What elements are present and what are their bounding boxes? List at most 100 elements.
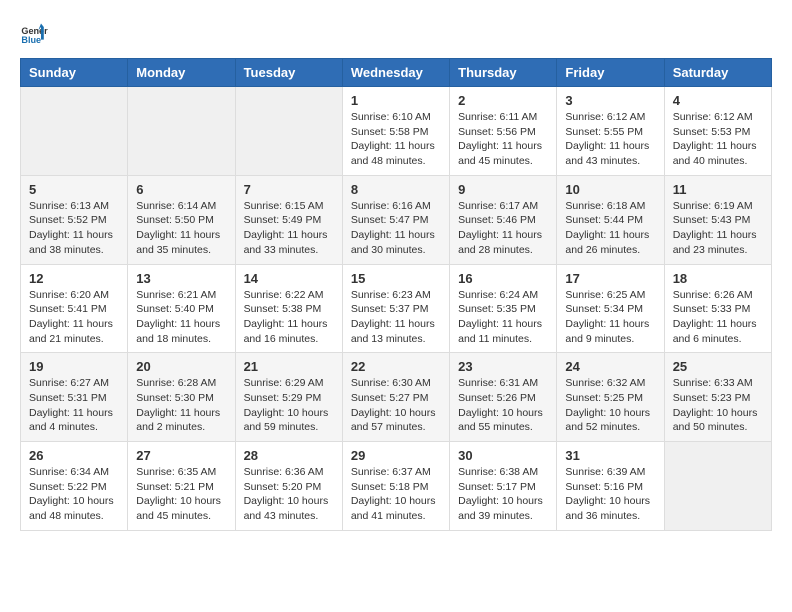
day-number: 5 [29,182,119,197]
calendar-cell: 30 Sunrise: 6:38 AM Sunset: 5:17 PM Dayli… [450,442,557,531]
day-number: 18 [673,271,763,286]
calendar-cell: 12 Sunrise: 6:20 AM Sunset: 5:41 PM Dayli… [21,264,128,353]
day-info: Sunrise: 6:11 AM Sunset: 5:56 PM Dayligh… [458,110,548,169]
day-info: Sunrise: 6:22 AM Sunset: 5:38 PM Dayligh… [244,288,334,347]
day-number: 27 [136,448,226,463]
day-info: Sunrise: 6:28 AM Sunset: 5:30 PM Dayligh… [136,376,226,435]
calendar-cell: 9 Sunrise: 6:17 AM Sunset: 5:46 PM Daylig… [450,175,557,264]
day-info: Sunrise: 6:18 AM Sunset: 5:44 PM Dayligh… [565,199,655,258]
day-number: 14 [244,271,334,286]
day-number: 1 [351,93,441,108]
col-header-friday: Friday [557,59,664,87]
calendar-cell: 5 Sunrise: 6:13 AM Sunset: 5:52 PM Daylig… [21,175,128,264]
col-header-monday: Monday [128,59,235,87]
day-number: 29 [351,448,441,463]
day-number: 26 [29,448,119,463]
svg-text:Blue: Blue [21,35,41,45]
logo-icon: General Blue [20,20,48,48]
day-info: Sunrise: 6:30 AM Sunset: 5:27 PM Dayligh… [351,376,441,435]
calendar-cell: 2 Sunrise: 6:11 AM Sunset: 5:56 PM Daylig… [450,87,557,176]
day-info: Sunrise: 6:26 AM Sunset: 5:33 PM Dayligh… [673,288,763,347]
day-info: Sunrise: 6:33 AM Sunset: 5:23 PM Dayligh… [673,376,763,435]
day-info: Sunrise: 6:31 AM Sunset: 5:26 PM Dayligh… [458,376,548,435]
calendar-cell: 25 Sunrise: 6:33 AM Sunset: 5:23 PM Dayli… [664,353,771,442]
day-number: 8 [351,182,441,197]
calendar-cell: 6Sunrise: 6:14 AM Sunset: 5:50 PM Daylig… [128,175,235,264]
day-info: Sunrise: 6:24 AM Sunset: 5:35 PM Dayligh… [458,288,548,347]
col-header-sunday: Sunday [21,59,128,87]
calendar-cell: 14 Sunrise: 6:22 AM Sunset: 5:38 PM Dayli… [235,264,342,353]
day-info: Sunrise: 6:25 AM Sunset: 5:34 PM Dayligh… [565,288,655,347]
calendar-cell: 8 Sunrise: 6:16 AM Sunset: 5:47 PM Daylig… [342,175,449,264]
calendar-cell: 15 Sunrise: 6:23 AM Sunset: 5:37 PM Dayli… [342,264,449,353]
day-number: 2 [458,93,548,108]
day-number: 15 [351,271,441,286]
calendar-cell: 16 Sunrise: 6:24 AM Sunset: 5:35 PM Dayli… [450,264,557,353]
day-number: 31 [565,448,655,463]
day-number: 3 [565,93,655,108]
day-number: 6 [136,182,226,197]
day-info: Sunrise: 6:38 AM Sunset: 5:17 PM Dayligh… [458,465,548,524]
calendar-cell [235,87,342,176]
day-info: Sunrise: 6:37 AM Sunset: 5:18 PM Dayligh… [351,465,441,524]
calendar-cell [664,442,771,531]
day-number: 20 [136,359,226,374]
day-number: 25 [673,359,763,374]
day-number: 28 [244,448,334,463]
day-info: Sunrise: 6:35 AM Sunset: 5:21 PM Dayligh… [136,465,226,524]
day-info: Sunrise: 6:10 AM Sunset: 5:58 PM Dayligh… [351,110,441,169]
calendar-cell: 26 Sunrise: 6:34 AM Sunset: 5:22 PM Dayli… [21,442,128,531]
calendar-cell: 29 Sunrise: 6:37 AM Sunset: 5:18 PM Dayli… [342,442,449,531]
calendar-cell: 23Sunrise: 6:31 AM Sunset: 5:26 PM Dayli… [450,353,557,442]
calendar-cell [128,87,235,176]
day-number: 17 [565,271,655,286]
day-info: Sunrise: 6:15 AM Sunset: 5:49 PM Dayligh… [244,199,334,258]
page-header: General Blue [20,20,772,48]
day-info: Sunrise: 6:17 AM Sunset: 5:46 PM Dayligh… [458,199,548,258]
calendar-cell: 28 Sunrise: 6:36 AM Sunset: 5:20 PM Dayli… [235,442,342,531]
calendar-cell: 13 Sunrise: 6:21 AM Sunset: 5:40 PM Dayli… [128,264,235,353]
calendar-cell: 27 Sunrise: 6:35 AM Sunset: 5:21 PM Dayli… [128,442,235,531]
day-info: Sunrise: 6:23 AM Sunset: 5:37 PM Dayligh… [351,288,441,347]
calendar-cell: 11 Sunrise: 6:19 AM Sunset: 5:43 PM Dayli… [664,175,771,264]
calendar-table: SundayMondayTuesdayWednesdayThursdayFrid… [20,58,772,531]
day-number: 7 [244,182,334,197]
calendar-cell: 10 Sunrise: 6:18 AM Sunset: 5:44 PM Dayli… [557,175,664,264]
calendar-cell: 18 Sunrise: 6:26 AM Sunset: 5:33 PM Dayli… [664,264,771,353]
day-number: 9 [458,182,548,197]
day-number: 10 [565,182,655,197]
calendar-cell: 22 Sunrise: 6:30 AM Sunset: 5:27 PM Dayli… [342,353,449,442]
day-number: 21 [244,359,334,374]
col-header-thursday: Thursday [450,59,557,87]
day-info: Sunrise: 6:20 AM Sunset: 5:41 PM Dayligh… [29,288,119,347]
day-number: 16 [458,271,548,286]
calendar-cell: 20 Sunrise: 6:28 AM Sunset: 5:30 PM Dayli… [128,353,235,442]
day-number: 12 [29,271,119,286]
calendar-cell: 31 Sunrise: 6:39 AM Sunset: 5:16 PM Dayli… [557,442,664,531]
calendar-cell: 19Sunrise: 6:27 AM Sunset: 5:31 PM Dayli… [21,353,128,442]
col-header-wednesday: Wednesday [342,59,449,87]
calendar-cell: 21Sunrise: 6:29 AM Sunset: 5:29 PM Dayli… [235,353,342,442]
day-info: Sunrise: 6:19 AM Sunset: 5:43 PM Dayligh… [673,199,763,258]
calendar-cell: 24 Sunrise: 6:32 AM Sunset: 5:25 PM Dayli… [557,353,664,442]
day-number: 19 [29,359,119,374]
day-number: 13 [136,271,226,286]
day-number: 11 [673,182,763,197]
calendar-cell: 3 Sunrise: 6:12 AM Sunset: 5:55 PM Daylig… [557,87,664,176]
day-info: Sunrise: 6:36 AM Sunset: 5:20 PM Dayligh… [244,465,334,524]
col-header-saturday: Saturday [664,59,771,87]
day-number: 4 [673,93,763,108]
day-info: Sunrise: 6:12 AM Sunset: 5:55 PM Dayligh… [565,110,655,169]
calendar-cell: 7 Sunrise: 6:15 AM Sunset: 5:49 PM Daylig… [235,175,342,264]
day-info: Sunrise: 6:39 AM Sunset: 5:16 PM Dayligh… [565,465,655,524]
day-info: Sunrise: 6:13 AM Sunset: 5:52 PM Dayligh… [29,199,119,258]
day-number: 30 [458,448,548,463]
day-info: Sunrise: 6:34 AM Sunset: 5:22 PM Dayligh… [29,465,119,524]
calendar-cell: 4Sunrise: 6:12 AM Sunset: 5:53 PM Daylig… [664,87,771,176]
calendar-cell [21,87,128,176]
day-info: Sunrise: 6:16 AM Sunset: 5:47 PM Dayligh… [351,199,441,258]
day-info: Sunrise: 6:21 AM Sunset: 5:40 PM Dayligh… [136,288,226,347]
day-info: Sunrise: 6:32 AM Sunset: 5:25 PM Dayligh… [565,376,655,435]
day-number: 22 [351,359,441,374]
day-number: 24 [565,359,655,374]
